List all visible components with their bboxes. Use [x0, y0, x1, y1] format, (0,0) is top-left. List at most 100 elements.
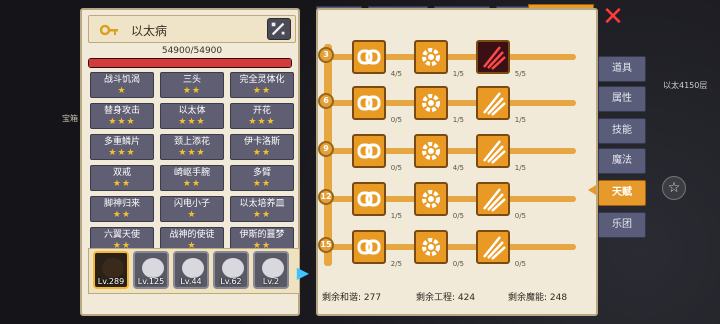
- skill-cell[interactable]: 以太体 ★★★: [160, 103, 224, 129]
- talent-node-gear[interactable]: 4/5: [414, 134, 464, 172]
- skill-cell[interactable]: 脚神归来 ★★: [90, 196, 154, 222]
- claw-icon: [483, 92, 506, 116]
- talent-count: 0/5: [390, 164, 402, 172]
- hero-portrait[interactable]: Lv.62: [213, 251, 249, 289]
- right-info-label: 以太4150层: [663, 81, 708, 90]
- next-arrow-icon[interactable]: ▶: [297, 263, 309, 282]
- skill-stars: ★★: [252, 148, 272, 158]
- talent-count: 1/5: [390, 212, 402, 220]
- talent-count: 1/5: [452, 70, 464, 78]
- skill-cell[interactable]: 替身攻击 ★★★: [90, 103, 154, 129]
- talent-row: 9 0/5 4/5 1/5: [318, 128, 588, 176]
- talent-count: 1/5: [514, 164, 526, 172]
- skill-cell[interactable]: 崎岖手腕 ★★: [160, 165, 224, 191]
- talent-node-gear[interactable]: 0/5: [414, 182, 464, 220]
- left-info-label: 宝箱: [62, 114, 78, 123]
- talent-node-link[interactable]: 4/5: [352, 40, 402, 78]
- close-icon[interactable]: ✕: [600, 4, 626, 30]
- talent-count: 4/5: [390, 70, 402, 78]
- skill-stars: ★: [187, 210, 197, 220]
- remaining-bar: 剩余和谐: 277 剩余工程: 424 剩余魔能: 248: [318, 288, 598, 304]
- skill-cell[interactable]: 三头 ★★: [160, 72, 224, 98]
- boss-name: 以太病: [131, 24, 168, 38]
- talent-count: 0/5: [452, 260, 464, 268]
- talent-count: 5/5: [514, 70, 526, 78]
- talent-row: 12 1/5 0/5 0/5: [318, 176, 588, 224]
- skill-name: 替身攻击: [103, 106, 140, 116]
- skill-cell[interactable]: 以太培养皿 ★★: [230, 196, 294, 222]
- claw-icon: [483, 46, 506, 70]
- skill-name: 闪电小子: [173, 199, 210, 209]
- boss-header: 以太病: [88, 15, 296, 43]
- talent-node-claw[interactable]: 1/5: [476, 86, 526, 124]
- hero-face: [142, 258, 164, 278]
- link-icon: [357, 239, 381, 255]
- edit-button[interactable]: [267, 18, 291, 40]
- hero-level: Lv.44: [180, 277, 202, 286]
- skill-cell[interactable]: 完全灵体化 ★★: [230, 72, 294, 98]
- talent-node-claw[interactable]: 5/5: [476, 40, 526, 78]
- hero-portrait[interactable]: Lv.2: [253, 251, 289, 289]
- gear-icon: [422, 48, 440, 66]
- skill-name: 战神的使徒: [169, 230, 215, 240]
- talent-node-link[interactable]: 1/5: [352, 182, 402, 220]
- talent-node-link[interactable]: 0/5: [352, 134, 402, 172]
- talent-row: 15 2/5 0/5 0/5: [318, 224, 588, 272]
- skill-name: 崎岖手腕: [173, 168, 210, 178]
- talent-node-claw[interactable]: 0/5: [476, 182, 526, 220]
- talent-node-gear[interactable]: 1/5: [414, 40, 464, 78]
- skill-name: 六翼天使: [103, 230, 140, 240]
- talent-count: 0/5: [514, 212, 526, 220]
- side-menu-item[interactable]: 乐团: [598, 212, 646, 238]
- remaining-magic: 剩余魔能: 248: [508, 293, 568, 303]
- skill-cell[interactable]: 战斗饥渴 ★: [90, 72, 154, 98]
- hero-face: [102, 258, 124, 278]
- skill-stars: ★★★: [178, 117, 206, 127]
- skill-cell[interactable]: 颈上添花 ★★★: [160, 134, 224, 160]
- hero-level: Lv.125: [137, 277, 165, 286]
- hero-row: ▶ Lv.289 Lv.125 Lv.44 Lv.62 Lv.2: [88, 248, 309, 294]
- skill-name: 多重鳞片: [103, 137, 140, 147]
- hero-portrait[interactable]: Lv.44: [173, 251, 209, 289]
- talent-level-badge: 3: [318, 47, 334, 63]
- gear-icon: [422, 190, 440, 208]
- hero-portrait[interactable]: Lv.125: [133, 251, 169, 289]
- skill-stars: ★: [117, 86, 127, 96]
- talent-level-badge: 12: [318, 189, 334, 205]
- skill-cell[interactable]: 伊卡洛斯 ★★: [230, 134, 294, 160]
- skill-cell[interactable]: 多重鳞片 ★★★: [90, 134, 154, 160]
- skill-name: 伊斯的噩梦: [239, 230, 285, 240]
- talent-node-claw[interactable]: 0/5: [476, 230, 526, 268]
- talent-node-claw[interactable]: 1/5: [476, 134, 526, 172]
- talent-count: 0/5: [514, 260, 526, 268]
- skill-stars: ★★★: [178, 148, 206, 158]
- talent-node-gear[interactable]: 0/5: [414, 230, 464, 268]
- talent-row: 6 0/5 1/5 1/5: [318, 80, 588, 128]
- talent-row: 3 4/5 1/5 5/5: [318, 34, 588, 82]
- side-menu-item[interactable]: 技能: [598, 118, 646, 144]
- talent-count: 0/5: [390, 116, 402, 124]
- skill-cell[interactable]: 双戒 ★★: [90, 165, 154, 191]
- skill-name: 以太培养皿: [239, 199, 285, 209]
- side-menu-item[interactable]: 属性: [598, 86, 646, 112]
- talent-count: 4/5: [452, 164, 464, 172]
- side-menu-item[interactable]: 魔法: [598, 148, 646, 174]
- side-menu-item[interactable]: 天赋: [598, 180, 646, 206]
- talent-node-link[interactable]: 2/5: [352, 230, 402, 268]
- side-menu-item[interactable]: 道具: [598, 56, 646, 82]
- hero-level: Lv.289: [97, 277, 125, 286]
- link-icon: [357, 49, 381, 65]
- talent-node-gear[interactable]: 1/5: [414, 86, 464, 124]
- star-icon[interactable]: ☆: [662, 176, 686, 200]
- link-icon: [357, 95, 381, 111]
- talent-level-badge: 6: [318, 93, 334, 109]
- skill-stars: ★★★: [248, 117, 276, 127]
- skill-cell[interactable]: 多臂 ★★: [230, 165, 294, 191]
- talent-count: 1/5: [514, 116, 526, 124]
- remaining-talent: 剩余和谐: 277: [322, 293, 382, 303]
- claw-icon: [483, 140, 506, 164]
- skill-cell[interactable]: 闪电小子 ★: [160, 196, 224, 222]
- talent-node-link[interactable]: 0/5: [352, 86, 402, 124]
- skill-cell[interactable]: 开花 ★★★: [230, 103, 294, 129]
- hero-portrait[interactable]: Lv.289: [93, 251, 129, 289]
